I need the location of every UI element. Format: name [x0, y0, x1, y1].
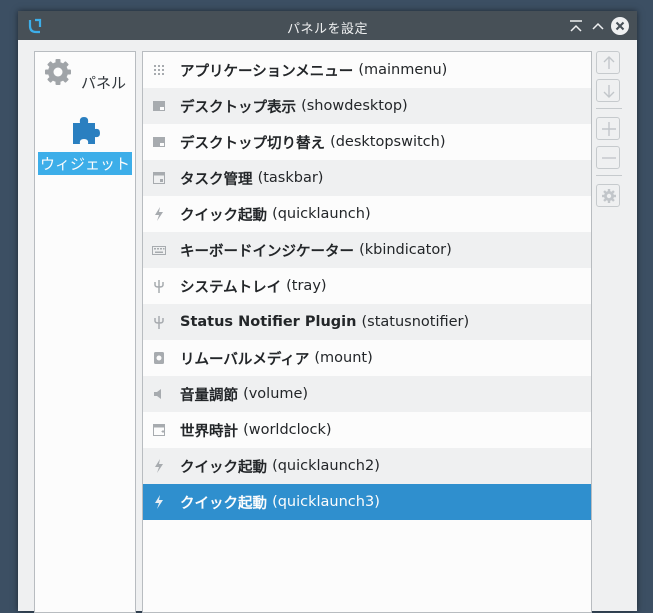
list-item-selected[interactable]: クイック起動 (quicklaunch3) [143, 484, 591, 520]
speaker-icon [154, 389, 161, 399]
widget-name: クイック起動 [180, 207, 273, 224]
widget-id: (quicklaunch) [272, 206, 371, 222]
window-icon [153, 172, 165, 184]
widget-id: (quicklaunch2) [272, 458, 380, 474]
list-item[interactable]: 音量調節 (volume) [143, 376, 591, 412]
drive-icon [154, 352, 164, 364]
lightning-icon [155, 207, 163, 221]
arrow-down-icon [603, 85, 615, 98]
widget-id: (volume) [243, 386, 309, 402]
toolbar-divider [596, 108, 622, 109]
plug-icon [154, 316, 164, 329]
sidebar-item-label: パネル [81, 74, 127, 92]
list-item[interactable]: タスク管理 (taskbar) [143, 160, 591, 196]
widget-id: (kbindicator) [359, 242, 452, 258]
widget-id: (mount) [314, 350, 373, 366]
window-title: パネルを設定 [286, 22, 368, 37]
list-item[interactable]: Status Notifier Plugin (statusnotifier) [143, 304, 591, 340]
list-item[interactable]: デスクトップ切り替え (desktopswitch) [143, 124, 591, 160]
gear-icon [44, 59, 71, 85]
minus-icon [602, 157, 616, 159]
sidebar-item-panel[interactable]: パネル [37, 56, 133, 94]
lightning-icon [155, 459, 163, 473]
widget-id: (mainmenu) [358, 62, 448, 78]
list-item[interactable]: クイック起動 (quicklaunch2) [143, 448, 591, 484]
plus-icon [602, 122, 616, 136]
maximize-icon[interactable] [589, 17, 607, 35]
configure-panel-window: パネルを設定 パネル ウィジェット アプリケーションメニュー (mainmenu… [18, 11, 637, 613]
list-item[interactable]: 世界時計 (worldclock) [143, 412, 591, 448]
widget-id: (worldclock) [243, 422, 332, 438]
widget-name: 音量調節 [180, 387, 244, 404]
configure-icon [602, 189, 616, 203]
widget-id: (taskbar) [257, 170, 324, 186]
widget-name: デスクトップ切り替え [180, 135, 331, 152]
widget-name: キーボードインジケーター [180, 243, 360, 260]
widget-name: リムーバルメディア [180, 351, 315, 368]
sidebar-item-label: ウィジェット [38, 152, 132, 175]
list-item[interactable]: キーボードインジケーター (kbindicator) [143, 232, 591, 268]
desktop-icon [153, 101, 165, 111]
widget-id: (desktopswitch) [330, 134, 446, 150]
move-up-button[interactable] [596, 51, 620, 74]
plug-icon [154, 280, 164, 293]
list-item[interactable]: デスクトップ表示 (showdesktop) [143, 88, 591, 124]
remove-widget-button[interactable] [596, 146, 620, 169]
widget-id: (showdesktop) [301, 98, 408, 114]
widget-name: タスク管理 [180, 171, 258, 188]
list-item[interactable]: アプリケーションメニュー (mainmenu) [143, 52, 591, 88]
arrow-up-icon [603, 56, 615, 69]
widget-list[interactable]: アプリケーションメニュー (mainmenu) デスクトップ表示 (showde… [142, 51, 592, 613]
widget-name: クイック起動 [180, 495, 273, 512]
lightning-icon [155, 495, 163, 509]
desktop-icon [153, 137, 165, 147]
category-sidebar: パネル ウィジェット [34, 51, 136, 613]
configure-widget-button[interactable] [596, 184, 620, 207]
sidebar-item-widgets[interactable]: ウィジェット [37, 114, 133, 175]
close-icon[interactable] [611, 17, 629, 35]
list-item[interactable]: リムーバルメディア (mount) [143, 340, 591, 376]
add-widget-button[interactable] [596, 117, 620, 140]
calendar-icon [153, 424, 165, 436]
widget-name: 世界時計 [180, 423, 244, 440]
list-item[interactable]: クイック起動 (quicklaunch) [143, 196, 591, 232]
widget-name: デスクトップ表示 [180, 99, 302, 116]
widget-id: (tray) [286, 278, 327, 294]
widget-name: Status Notifier Plugin [180, 314, 362, 330]
widget-name: クイック起動 [180, 459, 273, 476]
widget-name: アプリケーションメニュー [180, 63, 359, 80]
widget-id: (statusnotifier) [361, 314, 470, 330]
list-item[interactable]: システムトレイ (tray) [143, 268, 591, 304]
title-bar[interactable]: パネルを設定 [18, 11, 637, 40]
puzzle-piece-icon [73, 117, 100, 144]
toolbar-divider [596, 175, 622, 176]
move-down-button[interactable] [596, 79, 620, 102]
widget-name: システムトレイ [180, 279, 287, 296]
keyboard-icon [152, 246, 166, 255]
widget-id: (quicklaunch3) [272, 494, 380, 510]
keep-above-icon[interactable] [567, 17, 585, 35]
grid-dots-icon [154, 65, 164, 75]
